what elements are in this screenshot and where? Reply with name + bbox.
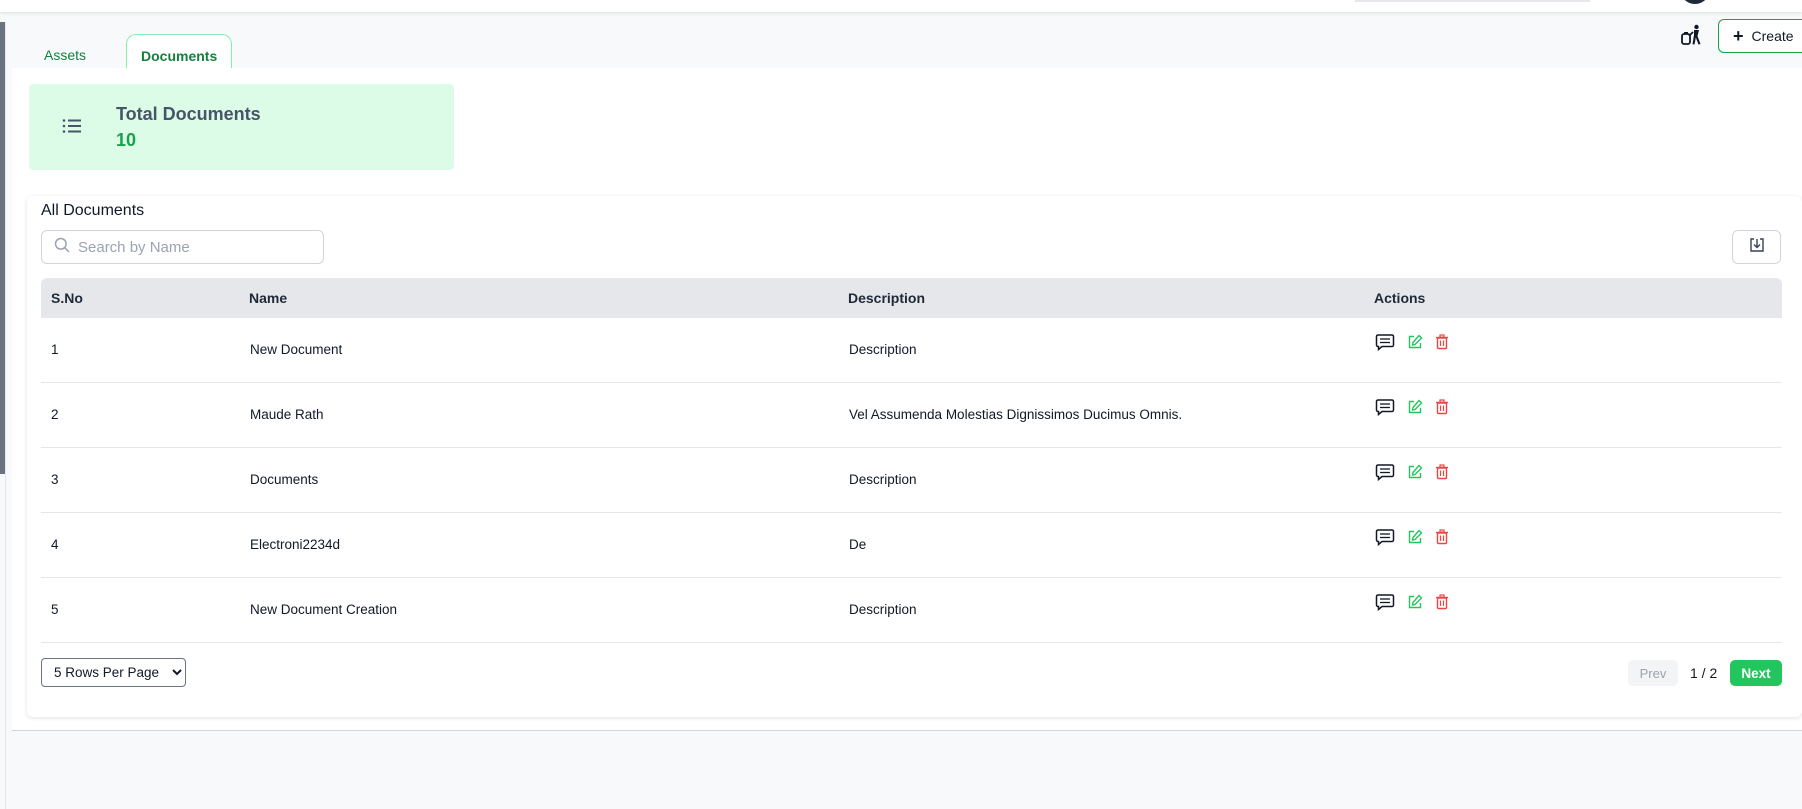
cell-sno: 1 (51, 342, 59, 357)
row-actions (1375, 398, 1449, 416)
avatar[interactable] (1680, 0, 1710, 4)
comment-icon[interactable] (1375, 398, 1395, 416)
prev-button[interactable]: Prev (1628, 660, 1678, 686)
stat-title: Total Documents (116, 104, 261, 124)
cell-name: Electroni2234d (250, 537, 341, 552)
row-actions (1375, 593, 1449, 611)
cell-sno: 4 (51, 537, 59, 552)
total-documents-card: Total Documents 10 (29, 84, 454, 170)
delete-icon[interactable] (1435, 464, 1449, 480)
cell-description: Description (849, 472, 917, 487)
table-row: 2 Maude Rath Vel Assumenda Molestias Dig… (41, 383, 1782, 448)
header-search-edge[interactable] (1355, 0, 1590, 2)
edit-icon[interactable] (1407, 399, 1423, 415)
download-icon (1749, 237, 1765, 258)
column-header-sno[interactable]: S.No (51, 278, 83, 318)
stat-value: 10 (116, 130, 137, 150)
delete-icon[interactable] (1435, 399, 1449, 415)
cell-sno: 3 (51, 472, 59, 487)
list-icon (62, 118, 82, 139)
cell-name: Maude Rath (250, 407, 324, 422)
delete-icon[interactable] (1435, 334, 1449, 350)
section-title: All Documents (41, 202, 145, 219)
tab-documents[interactable]: Documents (126, 34, 233, 68)
delete-icon[interactable] (1435, 594, 1449, 610)
table-row: 5 New Document Creation Description (41, 578, 1782, 643)
top-header (0, 0, 1802, 12)
left-divider (5, 22, 6, 809)
edit-icon[interactable] (1407, 529, 1423, 545)
edit-icon[interactable] (1407, 464, 1423, 480)
comment-icon[interactable] (1375, 593, 1395, 611)
column-header-name[interactable]: Name (249, 278, 287, 318)
edit-icon[interactable] (1407, 594, 1423, 610)
cell-description: Description (849, 342, 917, 357)
download-button[interactable] (1732, 230, 1781, 264)
column-header-actions: Actions (1374, 290, 1426, 306)
rows-per-page-select[interactable]: 5 Rows Per Page (41, 658, 186, 687)
column-header-description[interactable]: Description (848, 278, 925, 318)
search-box (41, 230, 324, 264)
cell-description: Vel Assumenda Molestias Dignissimos Duci… (849, 407, 1183, 422)
cell-name: New Document (250, 342, 343, 357)
table-row: 1 New Document Description (41, 318, 1782, 383)
create-button[interactable]: + Create (1718, 19, 1802, 53)
cell-name: New Document Creation (250, 602, 398, 617)
cell-description: De (849, 537, 867, 552)
row-actions (1375, 463, 1449, 481)
accessibility-button[interactable] (1678, 23, 1706, 51)
cell-sno: 2 (51, 407, 59, 422)
table-header: S.No Name Description Actions (41, 278, 1782, 318)
cell-name: Documents (250, 472, 319, 487)
table-row: 4 Electroni2234d De (41, 513, 1782, 578)
accessibility-icon (1680, 24, 1704, 51)
edit-icon[interactable] (1407, 334, 1423, 350)
search-input[interactable] (78, 238, 308, 256)
tab-assets[interactable]: Assets (28, 34, 86, 68)
search-icon (54, 237, 70, 258)
comment-icon[interactable] (1375, 463, 1395, 481)
comment-icon[interactable] (1375, 333, 1395, 351)
page-indicator: 1 / 2 (1690, 665, 1718, 681)
tab-bar: Assets Documents (28, 34, 233, 68)
delete-icon[interactable] (1435, 529, 1449, 545)
table-row: 3 Documents Description (41, 448, 1782, 513)
comment-icon[interactable] (1375, 528, 1395, 546)
next-button[interactable]: Next (1730, 660, 1782, 686)
cell-sno: 5 (51, 602, 59, 617)
row-actions (1375, 528, 1449, 546)
cell-description: Description (849, 602, 917, 617)
plus-icon: + (1733, 26, 1744, 46)
row-actions (1375, 333, 1449, 351)
create-button-label: Create (1751, 28, 1794, 44)
